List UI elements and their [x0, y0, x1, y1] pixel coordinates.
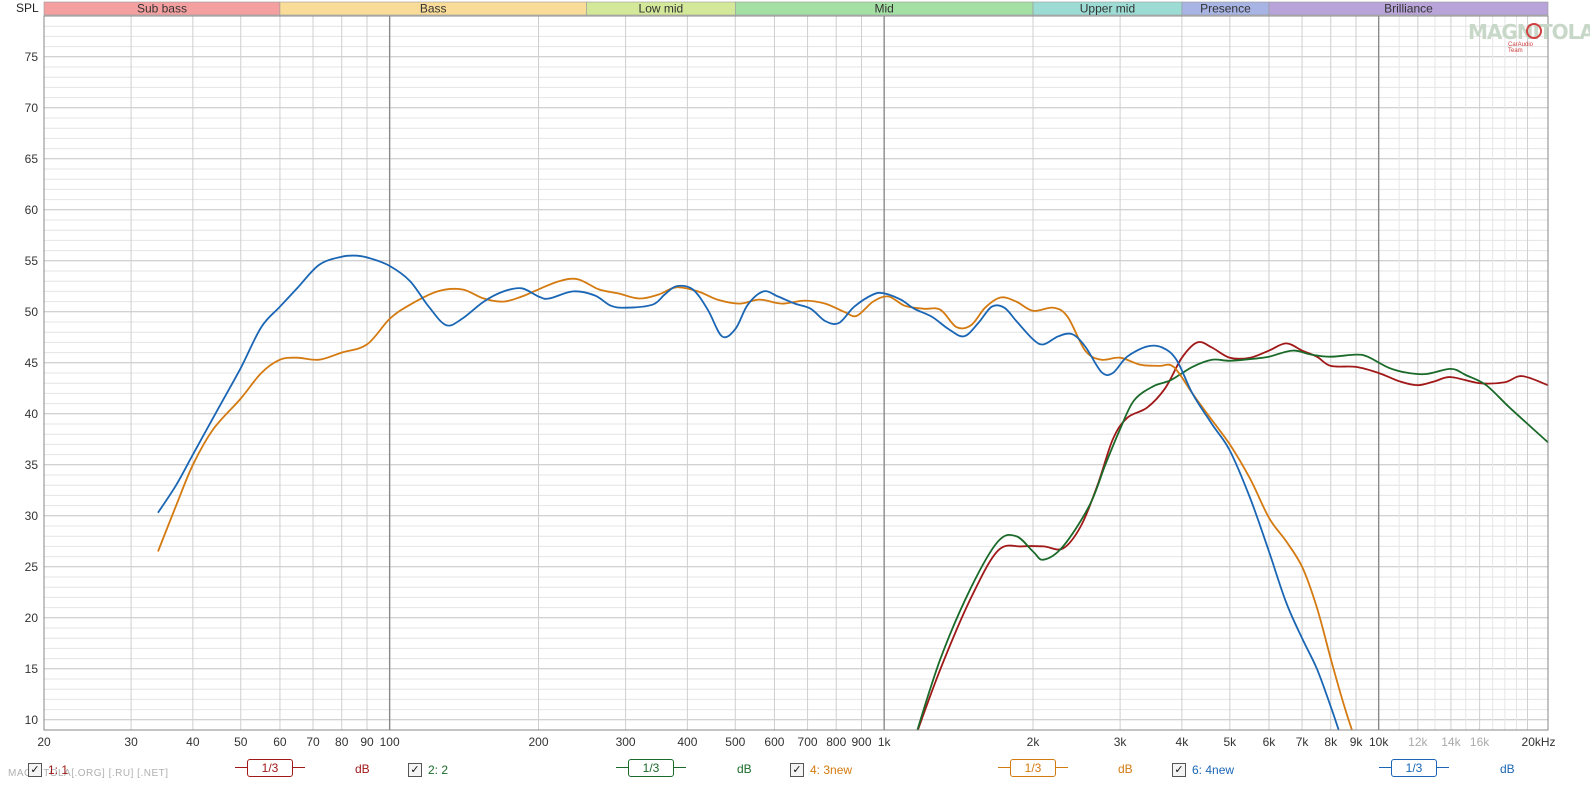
x-tick-label: 500	[725, 735, 745, 749]
y-tick-label: 70	[25, 101, 39, 115]
band-label-2: Bass	[420, 2, 447, 16]
smoothing-button-1[interactable]: 1/3	[235, 759, 305, 777]
frequency-response-chart: Sub bass Bass Low mid Mid Upper mid Presence B…	[25, 2, 1556, 750]
x-tick-label: 9k	[1350, 735, 1364, 749]
x-tick-label: 4k	[1176, 735, 1190, 749]
x-tick-label: 800	[826, 735, 846, 749]
x-tick-label: 90	[360, 735, 374, 749]
y-tick-label: 45	[25, 356, 39, 370]
smoothing-button-2[interactable]: 1/3	[616, 759, 686, 777]
smoothing-button-4[interactable]: 1/3	[1379, 759, 1449, 777]
x-tick-label: 20	[37, 735, 51, 749]
logo: MAGNITOLA CarAudio Team	[1468, 20, 1590, 54]
y-tick-label: 60	[25, 203, 39, 217]
x-tick-label: 1k	[878, 735, 892, 749]
x-tick-label: 100	[380, 735, 400, 749]
y-tick-label: 65	[25, 152, 39, 166]
legend-item-2[interactable]: ✓ 2: 2	[408, 761, 448, 779]
smoothing-button-3[interactable]: 1/3	[998, 759, 1068, 777]
x-tick-label: 400	[677, 735, 697, 749]
band-label-4: Mid	[874, 2, 893, 16]
y-tick-label: 50	[25, 305, 39, 319]
legend-label-3: 4: 3new	[810, 763, 853, 777]
x-tick-label: 14k	[1441, 735, 1461, 749]
checkbox-series-1[interactable]: ✓	[28, 763, 42, 777]
x-tick-label: 7k	[1296, 735, 1310, 749]
x-tick-label: 8k	[1324, 735, 1338, 749]
band-label-7: Brilliance	[1384, 2, 1433, 16]
y-tick-label: 20	[25, 611, 39, 625]
x-tick-label: 20kHz	[1522, 735, 1556, 749]
y-tick-label: 25	[25, 560, 39, 574]
x-tick-label: 700	[798, 735, 818, 749]
unit-label-3: dB	[1118, 762, 1133, 776]
x-axis-ticks: 20 30 40 50 60 70 80 90 100 200 300 400 500 600 700 800…	[37, 735, 1555, 749]
legend-label-2: 2: 2	[428, 763, 449, 777]
band-label-5: Upper mid	[1080, 2, 1135, 16]
y-tick-label: 55	[25, 254, 39, 268]
x-tick-label: 60	[273, 735, 287, 749]
y-axis-title: SPL	[16, 1, 39, 15]
frequency-band-strip: Sub bass Bass Low mid Mid Upper mid Presence B…	[43, 2, 1549, 16]
y-tick-label: 30	[25, 509, 39, 523]
x-tick-label: 10k	[1369, 735, 1389, 749]
checkbox-series-3[interactable]: ✓	[790, 763, 804, 777]
logo-subtext: CarAudio Team	[1508, 42, 1534, 54]
y-tick-label: 75	[25, 50, 39, 64]
band-label-6: Presence	[1200, 2, 1251, 16]
x-tick-label: 16k	[1470, 735, 1490, 749]
x-tick-label: 12k	[1408, 735, 1428, 749]
x-tick-label: 40	[186, 735, 200, 749]
legend-bar: MAGNITOLA[.ORG] [.RU] [.NET] ✓ 1: 1 1/3 …	[0, 756, 1590, 793]
x-tick-label: 2k	[1027, 735, 1041, 749]
x-tick-label: 30	[124, 735, 138, 749]
unit-label-4: dB	[1500, 762, 1515, 776]
legend-item-4[interactable]: ✓ 6: 4new	[1172, 761, 1234, 779]
x-tick-label: 200	[528, 735, 548, 749]
x-tick-label: 3k	[1114, 735, 1128, 749]
unit-label-1: dB	[355, 762, 370, 776]
y-axis-ticks: 10 15 20 25 30 35 40 45 50 55 60 65 70 75	[25, 50, 39, 727]
x-tick-label: 50	[234, 735, 248, 749]
x-tick-label: 6k	[1263, 735, 1277, 749]
logo-ring-icon	[1526, 23, 1542, 39]
y-tick-label: 40	[25, 407, 39, 421]
checkbox-series-4[interactable]: ✓	[1172, 763, 1186, 777]
y-tick-label: 10	[25, 713, 39, 727]
band-label-1: Sub bass	[137, 2, 187, 16]
legend-label-4: 6: 4new	[1192, 763, 1235, 777]
x-tick-label: 600	[764, 735, 784, 749]
legend-item-3[interactable]: ✓ 4: 3new	[790, 761, 852, 779]
x-tick-label: 900	[852, 735, 872, 749]
legend-item-1[interactable]: ✓ 1: 1	[28, 761, 68, 779]
y-tick-label: 15	[25, 662, 39, 676]
x-tick-label: 70	[306, 735, 320, 749]
x-tick-label: 5k	[1223, 735, 1237, 749]
x-tick-label: 300	[616, 735, 636, 749]
checkbox-series-2[interactable]: ✓	[408, 763, 422, 777]
band-label-3: Low mid	[639, 2, 684, 16]
x-tick-label: 80	[335, 735, 349, 749]
y-tick-label: 35	[25, 458, 39, 472]
unit-label-2: dB	[737, 762, 752, 776]
legend-label-1: 1: 1	[48, 763, 69, 777]
